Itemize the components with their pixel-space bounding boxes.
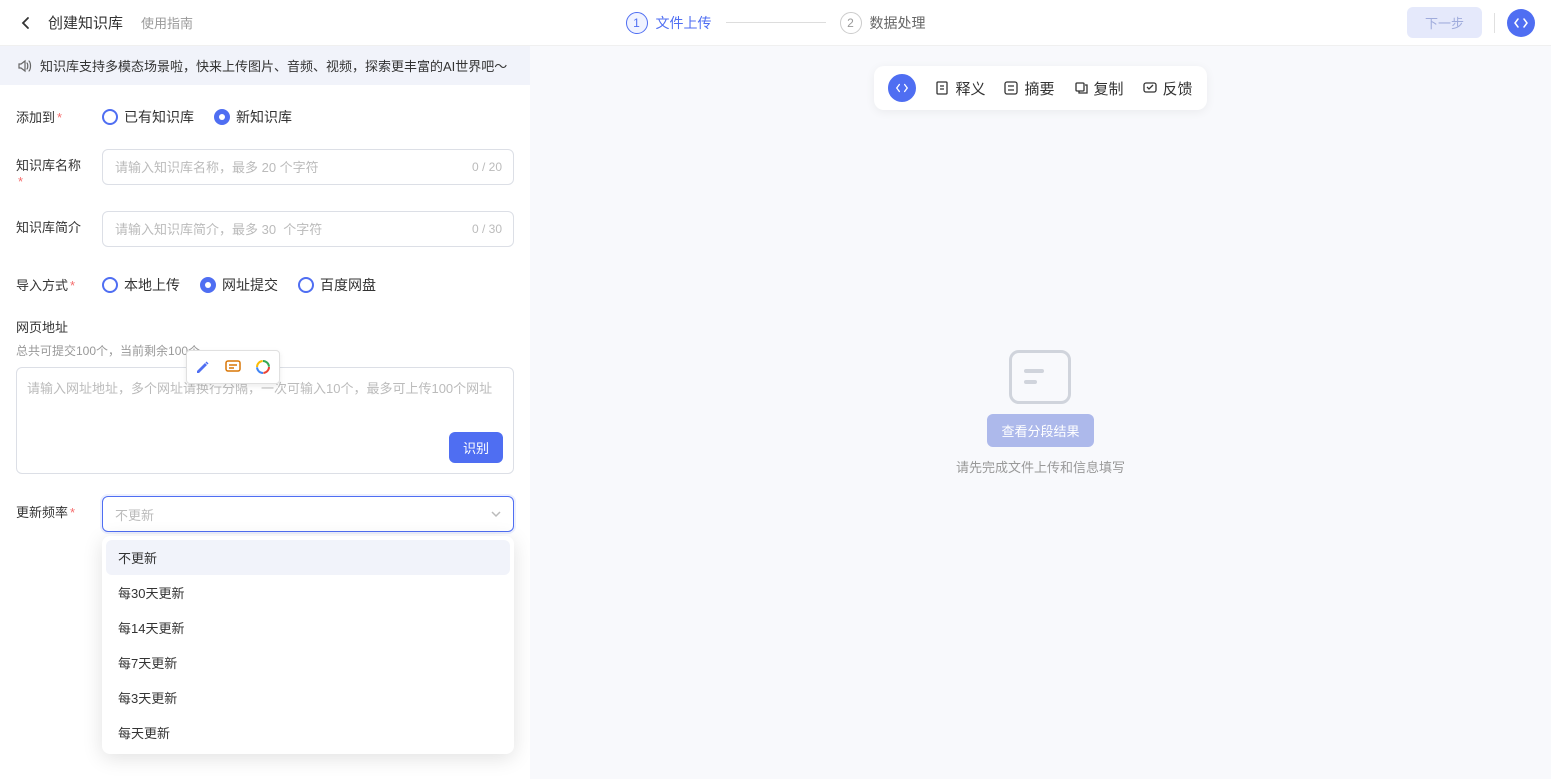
kb-name-label: 知识库名称* xyxy=(16,149,88,189)
step-1: 1 文件上传 xyxy=(626,12,712,34)
kb-intro-label: 知识库简介 xyxy=(16,211,88,236)
radio-circle xyxy=(102,109,118,125)
floating-toolbar xyxy=(186,350,280,384)
update-freq-label: 更新频率* xyxy=(16,496,88,521)
kb-name-input[interactable] xyxy=(102,149,514,185)
import-method-radios: 本地上传 网址提交 百度网盘 xyxy=(102,269,514,295)
add-to-radios: 已有知识库 新知识库 xyxy=(102,101,514,127)
edit-icon[interactable] xyxy=(191,355,215,379)
divider xyxy=(1494,13,1495,33)
add-to-row: 添加到* 已有知识库 新知识库 xyxy=(16,101,514,127)
next-button[interactable]: 下一步 xyxy=(1407,7,1482,38)
kb-name-wrap: 0 / 20 xyxy=(102,149,514,185)
right-toolbar: 释义 摘要 复制 反馈 xyxy=(874,66,1206,110)
comment-icon[interactable] xyxy=(221,355,245,379)
kb-intro-counter: 0 / 30 xyxy=(472,222,502,236)
step-2: 2 数据处理 xyxy=(840,12,926,34)
steps: 1 文件上传 2 数据处理 xyxy=(626,12,926,34)
notice-bar: 知识库支持多模态场景啦，快来上传图片、音频、视频，探索更丰富的AI世界吧～ xyxy=(0,46,530,85)
dropdown-option-4[interactable]: 每3天更新 xyxy=(106,680,510,715)
form-section: 添加到* 已有知识库 新知识库 知识库名称* 0 / 20 xyxy=(0,85,530,570)
dropdown-option-1[interactable]: 每30天更新 xyxy=(106,575,510,610)
dropdown-option-0[interactable]: 不更新 xyxy=(106,540,510,575)
step-label-1: 文件上传 xyxy=(656,13,712,33)
update-freq-select-wrap: 不更新 不更新 每30天更新 每14天更新 每7天更新 每3天更新 每天更新 xyxy=(102,496,514,532)
guide-link[interactable]: 使用指南 xyxy=(141,13,193,32)
update-freq-select[interactable]: 不更新 xyxy=(102,496,514,532)
kb-name-row: 知识库名称* 0 / 20 xyxy=(16,149,514,189)
url-section: 网页地址 总共可提交100个，当前剩余100个 识别 xyxy=(16,317,514,474)
main: 知识库支持多模态场景啦，快来上传图片、音频、视频，探索更丰富的AI世界吧～ 添加… xyxy=(0,46,1551,779)
ai-badge[interactable] xyxy=(1507,9,1535,37)
step-num-1: 1 xyxy=(626,12,648,34)
notice-text: 知识库支持多模态场景啦，快来上传图片、音频、视频，探索更丰富的AI世界吧～ xyxy=(40,56,507,75)
kb-name-counter: 0 / 20 xyxy=(472,160,502,174)
list-icon xyxy=(1003,80,1019,96)
step-num-2: 2 xyxy=(840,12,862,34)
url-textarea[interactable] xyxy=(27,378,503,428)
chevron-down-icon xyxy=(490,508,502,520)
code-icon xyxy=(895,81,909,95)
view-segments-button[interactable]: 查看分段结果 xyxy=(987,414,1093,447)
toolbar-feedback[interactable]: 反馈 xyxy=(1142,78,1193,99)
import-method-row: 导入方式* 本地上传 网址提交 百度网盘 xyxy=(16,269,514,295)
radio-baidu-pan[interactable]: 百度网盘 xyxy=(298,275,376,295)
toolbar-copy[interactable]: 复制 xyxy=(1073,78,1124,99)
radio-circle xyxy=(200,277,216,293)
step-divider xyxy=(726,22,826,23)
kb-intro-row: 知识库简介 0 / 30 xyxy=(16,211,514,247)
radio-existing-kb[interactable]: 已有知识库 xyxy=(102,107,194,127)
toolbar-summary[interactable]: 摘要 xyxy=(1003,78,1054,99)
right-panel: 释义 摘要 复制 反馈 查看分段结果 请先完成文件上传和信息填写 xyxy=(530,46,1551,779)
url-heading: 网页地址 xyxy=(16,317,514,336)
step-label-2: 数据处理 xyxy=(870,13,926,33)
back-button[interactable] xyxy=(16,13,36,33)
dropdown-option-2[interactable]: 每14天更新 xyxy=(106,610,510,645)
page-title: 创建知识库 xyxy=(48,12,123,33)
chevron-left-icon xyxy=(19,16,33,30)
kb-intro-wrap: 0 / 30 xyxy=(102,211,514,247)
update-freq-row: 更新频率* 不更新 不更新 每30天更新 每14天更新 每7天更新 每3天更新 … xyxy=(16,496,514,532)
radio-local-upload[interactable]: 本地上传 xyxy=(102,275,180,295)
header: 创建知识库 使用指南 1 文件上传 2 数据处理 下一步 xyxy=(0,0,1551,46)
book-icon xyxy=(934,80,950,96)
import-method-label: 导入方式* xyxy=(16,269,88,294)
update-freq-dropdown: 不更新 每30天更新 每14天更新 每7天更新 每3天更新 每天更新 xyxy=(102,536,514,754)
dropdown-option-5[interactable]: 每天更新 xyxy=(106,715,510,750)
copy-icon xyxy=(1073,80,1089,96)
radio-circle xyxy=(102,277,118,293)
empty-hint: 请先完成文件上传和信息填写 xyxy=(956,457,1125,476)
toolbar-paraphrase[interactable]: 释义 xyxy=(934,78,985,99)
feedback-icon xyxy=(1142,80,1158,96)
recognize-button[interactable]: 识别 xyxy=(449,432,503,463)
speaker-icon xyxy=(16,58,32,74)
left-panel: 知识库支持多模态场景啦，快来上传图片、音频、视频，探索更丰富的AI世界吧～ 添加… xyxy=(0,46,530,779)
document-icon xyxy=(1009,350,1071,404)
kb-intro-input[interactable] xyxy=(102,211,514,247)
toolbar-ai-icon[interactable] xyxy=(888,74,916,102)
radio-circle xyxy=(214,109,230,125)
radio-url-submit[interactable]: 网址提交 xyxy=(200,275,278,295)
code-icon xyxy=(1513,15,1529,31)
empty-state: 查看分段结果 请先完成文件上传和信息填写 xyxy=(956,350,1125,476)
dropdown-option-3[interactable]: 每7天更新 xyxy=(106,645,510,680)
header-right: 下一步 xyxy=(1407,7,1535,38)
add-to-label: 添加到* xyxy=(16,101,88,126)
radio-new-kb[interactable]: 新知识库 xyxy=(214,107,292,127)
radio-circle xyxy=(298,277,314,293)
google-icon[interactable] xyxy=(251,355,275,379)
